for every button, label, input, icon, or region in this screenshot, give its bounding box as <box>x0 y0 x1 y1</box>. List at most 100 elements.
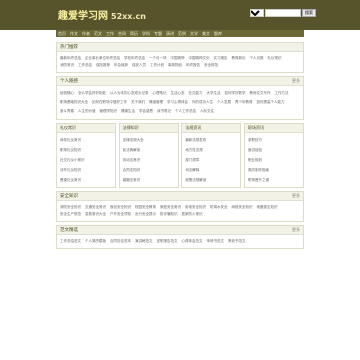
link-item[interactable]: 中国精神 <box>171 55 185 62</box>
link-item[interactable]: 急救常识大全 <box>85 211 106 218</box>
link-item[interactable]: 人生的价值 <box>78 107 96 116</box>
link-item[interactable]: 网络安全知识 <box>232 204 253 211</box>
link-item[interactable]: 保安人员 <box>132 62 146 69</box>
link-item[interactable]: 地震逃生知识 <box>257 204 278 211</box>
link-item[interactable]: 年会致辞 <box>114 62 128 69</box>
link-item[interactable]: 合同协议范本 <box>110 238 131 245</box>
site-logo[interactable]: 趣爱学习网 52xx.cn <box>58 7 146 22</box>
link-item[interactable]: 你的成功人生 <box>192 98 213 107</box>
link-item[interactable]: 工作方法 <box>275 89 289 98</box>
link-item[interactable]: 教育新论 <box>232 55 246 62</box>
link-item[interactable]: 工作总结范文 <box>60 238 81 245</box>
more-link[interactable]: 更多 <box>292 78 300 84</box>
link-item[interactable]: 家庭安全常识 <box>160 204 181 211</box>
link-item[interactable]: 学会感恩 <box>139 107 153 116</box>
list-item[interactable]: 面试经验 <box>248 145 300 155</box>
nav-item[interactable]: 专题 <box>154 31 162 37</box>
list-item[interactable]: 政策法规解读 <box>185 175 237 185</box>
list-item[interactable]: 社交礼仪小常识 <box>60 155 112 165</box>
nav-item[interactable]: 范例 <box>178 31 186 37</box>
link-item[interactable]: 述职报告范文 <box>157 238 178 245</box>
link-item[interactable]: 工作总结 <box>78 62 92 69</box>
link-item[interactable]: 校园安全教育 <box>135 204 156 211</box>
link-item[interactable]: 个人简历模板 <box>85 238 106 245</box>
link-item[interactable]: 策划书范文 <box>228 238 246 245</box>
link-item[interactable]: 情绪管理 <box>149 98 163 107</box>
list-item[interactable]: 婚姻法常识 <box>123 175 175 185</box>
nav-item[interactable]: 文学 <box>190 31 198 37</box>
link-item[interactable]: 个人发展 <box>217 98 231 107</box>
list-item[interactable]: 餐桌礼仪常识 <box>60 175 112 185</box>
link-item[interactable]: 防溺水安全 <box>210 204 228 211</box>
link-item[interactable]: 青少年教育 <box>235 98 253 107</box>
link-item[interactable]: 演讲稿范文 <box>135 238 153 245</box>
link-item[interactable]: 礼仪常识 <box>268 55 282 62</box>
nav-item[interactable]: 工作 <box>106 31 114 37</box>
list-item[interactable]: 职场礼仪知识 <box>60 145 112 155</box>
list-item[interactable]: 涉外礼仪知识 <box>60 165 112 175</box>
list-item[interactable]: 商务礼仪常识 <box>60 135 112 145</box>
link-item[interactable]: 社交能力 <box>189 89 203 98</box>
nav-item[interactable]: 作者 <box>82 31 90 37</box>
list-item[interactable]: 合同法知识 <box>123 165 175 175</box>
link-item[interactable]: 个人工作总结 <box>175 107 196 116</box>
link-item[interactable]: 如何学好数学 <box>225 89 246 98</box>
list-item[interactable]: 职场晋升之道 <box>248 175 300 185</box>
nav-item[interactable]: 范文 <box>94 31 102 37</box>
link-item[interactable]: 职场基础知识大全 <box>60 98 88 107</box>
link-item[interactable]: 如何在职场中做好工作 <box>92 98 127 107</box>
link-item[interactable]: 保险推荐 <box>96 62 110 69</box>
nav-item[interactable]: 演讲 <box>166 31 174 37</box>
list-item[interactable]: 职业规划 <box>248 155 300 165</box>
link-item[interactable]: 读书笔记 <box>157 107 171 116</box>
list-item[interactable]: 法律法规大全 <box>123 135 175 145</box>
link-item[interactable]: 一个月一场 <box>149 55 167 62</box>
link-item[interactable]: 食品安全知识 <box>110 204 131 211</box>
nav-item[interactable]: 合同 <box>118 31 126 37</box>
link-item[interactable]: 学习心得体会 <box>167 98 188 107</box>
link-item[interactable]: 消防安全知识 <box>60 204 81 211</box>
link-item[interactable]: 中国精神文化 <box>189 55 210 62</box>
link-item[interactable]: 居家防火常识 <box>182 211 203 218</box>
list-item[interactable]: 地方性法规 <box>185 145 237 155</box>
link-item[interactable]: 事故物品 <box>168 62 182 69</box>
list-item[interactable]: 劳动法常识 <box>123 155 175 165</box>
list-item[interactable]: 民法典解读 <box>123 145 175 155</box>
search-input[interactable] <box>265 9 301 17</box>
search-button[interactable]: 搜索 <box>302 9 316 17</box>
nav-item[interactable]: 学科 <box>142 31 150 37</box>
nav-item[interactable]: 简历 <box>130 31 138 37</box>
link-item[interactable]: 生活心态 <box>171 89 185 98</box>
link-item[interactable]: 人际交往 <box>200 107 214 116</box>
link-item[interactable]: 大学生活 <box>207 89 221 98</box>
link-item[interactable]: 防诈骗知识 <box>160 211 178 218</box>
link-item[interactable]: 关于我们 <box>131 98 145 107</box>
link-item[interactable]: 如何提高个人能力 <box>257 98 285 107</box>
list-item[interactable]: 司法解释 <box>185 165 237 175</box>
link-item[interactable]: 管理学知识 <box>100 107 118 116</box>
more-link[interactable]: 更多 <box>292 193 300 199</box>
link-item[interactable]: 工作计划 <box>150 62 164 69</box>
link-item[interactable]: 学校年终总结 <box>124 55 145 62</box>
list-item[interactable]: 简历制作指南 <box>248 165 300 175</box>
nav-item[interactable]: 作文 <box>70 31 78 37</box>
link-item[interactable]: 企业事业单位年终总结 <box>85 55 120 62</box>
link-item[interactable]: 奋斗青春 <box>60 107 74 116</box>
link-item[interactable]: 怎么学会好好相处 <box>78 89 106 98</box>
nav-item[interactable]: 首页 <box>58 31 66 37</box>
link-item[interactable]: 最新年终总结 <box>60 55 81 62</box>
nav-item[interactable]: 美文 <box>202 31 210 37</box>
link-item[interactable]: 实习报告 <box>214 55 228 62</box>
link-item[interactable]: 心得体会范文 <box>182 238 203 245</box>
link-item[interactable]: 安全规范 <box>204 62 218 69</box>
link-item[interactable]: 心理笔记 <box>153 89 167 98</box>
search-scope-select[interactable]: 全站 <box>250 9 264 17</box>
link-item[interactable]: 用电安全知识 <box>185 204 206 211</box>
link-item[interactable]: 消防常识 <box>60 62 74 69</box>
link-item[interactable]: 个人月报 <box>250 55 264 62</box>
link-item[interactable]: 出行安全提示 <box>135 211 156 218</box>
nav-item[interactable]: 题库 <box>214 31 222 37</box>
link-item[interactable]: 安全生产规范 <box>60 211 81 218</box>
logo-sub[interactable]: 52xx.cn <box>111 12 146 21</box>
list-item[interactable]: 最新法规发布 <box>185 135 237 145</box>
